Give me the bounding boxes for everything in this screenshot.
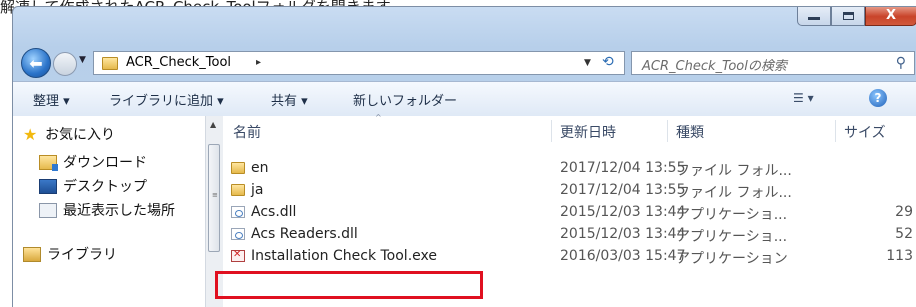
nav-item-libraries[interactable]: ライブラリ — [23, 244, 117, 264]
file-size: 29 — [895, 204, 913, 220]
close-button[interactable]: X — [865, 7, 916, 26]
desktop-icon — [39, 178, 57, 194]
address-dropdown-icon[interactable]: ▼ — [584, 58, 591, 68]
address-path[interactable]: ACR_Check_Tool — [126, 55, 231, 70]
file-date: 2017/12/04 13:55 — [560, 160, 686, 176]
file-date: 2015/12/03 13:44 — [560, 204, 686, 220]
folder-icon — [231, 162, 245, 174]
maximize-button[interactable] — [831, 7, 865, 26]
explorer-window: X ⬅ ▼ ACR_Check_Tool ▸ ▼ ⟲ ACR_Check_Too… — [12, 6, 916, 307]
navigation-pane: ★ お気に入り ダウンロード デスクトップ 最近表示した場所 ライブラリ — [13, 116, 205, 307]
recent-pages-dropdown[interactable]: ▼ — [79, 55, 86, 65]
close-icon: X — [885, 8, 897, 23]
column-divider[interactable] — [835, 120, 836, 142]
file-type: アプリケーショ... — [676, 229, 788, 245]
column-header-name[interactable]: 名前 — [233, 122, 261, 142]
file-row[interactable]: Acs.dll 2015/12/03 13:44 アプリケーショ... 29 — [223, 202, 916, 224]
refresh-icon[interactable]: ⟲ — [602, 54, 614, 70]
folder-icon — [102, 57, 118, 70]
exe-icon — [231, 249, 245, 262]
minimize-button[interactable] — [797, 7, 831, 26]
file-row[interactable]: ja 2017/12/04 13:55 ファイル フォル... — [223, 180, 916, 202]
grip-icon: ≡ — [212, 191, 218, 199]
file-name: Installation Check Tool.exe — [251, 248, 437, 264]
breadcrumb-chevron-icon[interactable]: ▸ — [256, 57, 261, 68]
nav-item-label: 最近表示した場所 — [63, 203, 175, 219]
scroll-up-arrow-icon[interactable]: ▲ — [210, 120, 216, 129]
organize-button[interactable]: 整理 ▾ — [33, 90, 70, 109]
nav-item-desktop[interactable]: デスクトップ — [39, 176, 147, 196]
highlight-box — [215, 271, 483, 299]
nav-item-label: ダウンロード — [63, 155, 147, 171]
file-row[interactable]: Acs Readers.dll 2015/12/03 13:44 アプリケーショ… — [223, 224, 916, 246]
add-to-library-button[interactable]: ライブラリに追加 ▾ — [109, 90, 224, 109]
file-type: アプリケーショ... — [676, 207, 788, 223]
scroll-thumb[interactable]: ≡ — [208, 144, 220, 252]
caption-buttons: X — [797, 7, 916, 26]
file-date: 2016/03/03 15:47 — [560, 248, 686, 264]
sort-caret-icon: ^ — [375, 113, 382, 122]
file-size: 52 — [895, 226, 913, 242]
share-button[interactable]: 共有 ▾ — [271, 90, 308, 109]
file-row[interactable]: Installation Check Tool.exe 2016/03/03 1… — [223, 246, 916, 268]
downloads-folder-icon — [39, 154, 58, 171]
nav-item-label: ライブラリ — [47, 247, 117, 263]
folder-icon — [231, 184, 245, 196]
nav-item-downloads[interactable]: ダウンロード — [39, 152, 147, 172]
column-divider[interactable] — [551, 120, 552, 142]
new-folder-button[interactable]: 新しいフォルダー — [353, 90, 457, 109]
file-type: アプリケーション — [676, 251, 788, 267]
column-header-size[interactable]: サイズ — [844, 122, 886, 142]
star-icon: ★ — [23, 124, 38, 144]
dll-icon — [231, 228, 245, 240]
help-icon[interactable]: ? — [869, 89, 887, 107]
file-date: 2017/12/04 13:55 — [560, 182, 686, 198]
file-name: ja — [251, 182, 264, 198]
file-type: ファイル フォル... — [676, 185, 792, 201]
file-name: Acs Readers.dll — [251, 226, 358, 242]
search-icon[interactable]: ⚲ — [896, 55, 906, 71]
column-header-date[interactable]: 更新日時 — [560, 122, 616, 142]
nav-item-recent[interactable]: 最近表示した場所 — [39, 200, 175, 220]
address-row: ⬅ ▼ ACR_Check_Tool ▸ ▼ ⟲ ACR_Check_Toolの… — [13, 47, 916, 79]
back-button[interactable]: ⬅ — [21, 48, 51, 78]
nav-item-favorites[interactable]: ★ お気に入り — [23, 124, 115, 144]
file-type: ファイル フォル... — [676, 163, 792, 179]
maximize-icon — [842, 11, 854, 20]
title-bar[interactable]: X — [13, 7, 916, 45]
search-box[interactable]: ACR_Check_Toolの検索 ⚲ — [631, 51, 915, 75]
minimize-icon — [808, 17, 820, 20]
file-name: Acs.dll — [251, 204, 297, 220]
column-divider[interactable] — [667, 120, 668, 142]
address-bar[interactable]: ACR_Check_Tool ▸ ▼ ⟲ — [93, 51, 625, 75]
recent-places-icon — [39, 202, 57, 218]
nav-item-label: お気に入り — [45, 127, 115, 143]
command-bar: 整理 ▾ ライブラリに追加 ▾ 共有 ▾ 新しいフォルダー ☰ ▾ ? — [13, 81, 916, 117]
forward-button[interactable] — [53, 52, 77, 76]
file-row[interactable]: en 2017/12/04 13:55 ファイル フォル... — [223, 158, 916, 180]
back-arrow-icon: ⬅ — [29, 53, 43, 73]
column-header-type[interactable]: 種類 — [676, 122, 704, 142]
dll-icon — [231, 206, 245, 218]
file-date: 2015/12/03 13:44 — [560, 226, 686, 242]
libraries-icon — [23, 246, 41, 262]
view-options-icon[interactable]: ☰ ▾ — [793, 91, 814, 105]
search-input[interactable]: ACR_Check_Toolの検索 — [642, 55, 787, 74]
file-size: 113 — [886, 248, 913, 264]
file-name: en — [251, 160, 269, 176]
nav-item-label: デスクトップ — [63, 179, 147, 195]
